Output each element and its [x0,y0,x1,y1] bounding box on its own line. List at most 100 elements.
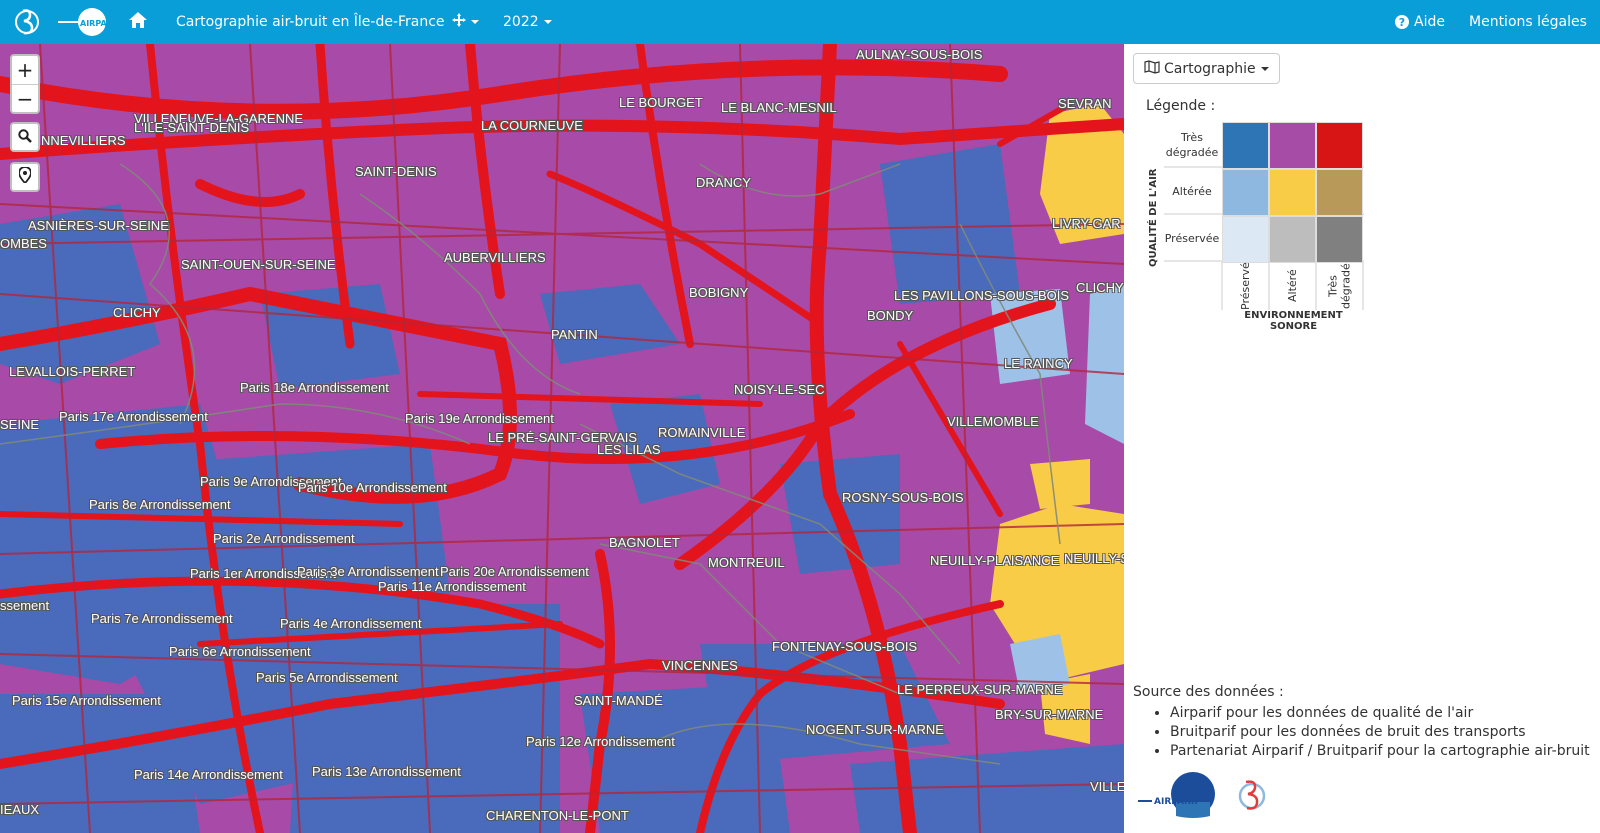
bruitparif-logo-icon [1238,780,1266,810]
map-label: SAINT-OUEN-SUR-SEINE [181,257,336,272]
search-button[interactable] [10,122,40,152]
legend-row-label: Altérée [1172,185,1212,199]
sources-title: Source des données : [1133,684,1284,700]
app-title[interactable]: Cartographie air-bruit en Île-de-France [176,0,445,44]
map-label: Paris 7e Arrondissement [91,611,233,626]
bruitparif-logo-icon[interactable] [14,0,40,44]
airparif-logo-text: AIRPARIF [80,19,110,28]
map-label: CHARENTON-LE-PONT [486,808,629,823]
map-label: ROMAINVILLE [658,425,746,440]
legend-col-label: Altéré [1285,269,1299,303]
year-dropdown[interactable]: 2022 [503,0,552,44]
side-panel: Cartographie Légende : QUALITÉ DE L'AIR … [1124,44,1600,833]
map-marker-icon [18,166,32,187]
map-label: Paris 5e Arrondissement [256,670,398,685]
map-label: LIVRY-GAR [1052,216,1121,231]
legend-cell [1222,122,1269,169]
locate-button[interactable] [10,162,40,192]
home-button[interactable] [128,0,148,44]
map-label: Paris 10e Arrondissement [298,480,447,495]
home-icon [128,11,148,33]
legend-cell [1222,216,1269,263]
map-label: Paris 15e Arrondissement [12,693,161,708]
map-label: Paris 14e Arrondissement [134,767,283,782]
bivariate-legend: QUALITÉ DE L'AIR Très dégradée Altérée P… [1144,122,1374,334]
map-label: AULNAY-SOUS-BOIS [856,47,983,62]
source-item: Bruitparif pour les données de bruit des… [1170,724,1593,740]
cartographie-dropdown[interactable]: Cartographie [1133,53,1280,84]
map-label: LE BLANC-MESNIL [721,100,837,115]
map-label: Paris 3e Arrondissement [297,564,439,579]
map-label: LE RAINCY [1004,356,1073,371]
map-label: PANTIN [551,327,598,342]
source-item: Airparif pour les données de qualité de … [1170,705,1593,721]
map-label: VILLE [1090,779,1124,794]
map-label: Paris 12e Arrondissement [526,734,675,749]
map-label: Paris 17e Arrondissement [59,409,208,424]
zoom-in-button[interactable]: + [12,56,38,84]
layers-dropdown[interactable] [452,0,479,44]
year-label: 2022 [503,14,539,30]
map-view[interactable]: AULNAY-SOUS-BOIS SEVRAN LE BOURGET LE BL… [0,44,1124,833]
map-label: NOISY-LE-SEC [734,382,825,397]
legend-col-label: Très dégradé [1326,263,1353,309]
map-label: BRY-SUR-MARNE [995,707,1104,722]
map-label: Paris 2e Arrondissement [213,531,355,546]
airparif-logo-icon[interactable]: AIRPARIF [1138,772,1278,820]
help-link[interactable]: ? Aide [1395,0,1445,44]
chevron-down-icon [1260,66,1269,71]
chevron-down-icon [543,20,552,24]
airparif-logo-icon[interactable]: AIRPARIF [58,0,110,44]
zoom-out-button[interactable]: − [12,84,38,112]
partner-logos: AIRPARIF [1138,772,1278,824]
legend-cell [1222,169,1269,216]
map-label: ROSNY-SOUS-BOIS [842,490,964,505]
airparif-logo-text: AIRPARIF [1154,797,1200,807]
map-label: ASNIÈRES-SUR-SEINE [28,218,169,233]
legal-notice-link[interactable]: Mentions légales [1469,0,1587,44]
map-label: NOGENT-SUR-MARNE [806,722,944,737]
map-icon [1144,59,1160,78]
map-label: MONTREUIL [708,555,785,570]
cartographie-label: Cartographie [1164,60,1256,77]
map-label: SEINE [0,417,40,432]
map-label: LES LILAS [597,442,661,457]
map-label: OMBES [0,236,47,251]
map-label: BOBIGNY [689,285,749,300]
map-label: NNEVILLIERS [41,133,126,148]
map-label: FONTENAY-SOUS-BOIS [772,639,918,654]
legend-cell [1316,122,1363,169]
legend-row-label: Très dégradée [1165,131,1219,159]
map-label: CLICHY [113,305,161,320]
sources-list: Airparif pour les données de qualité de … [1133,705,1593,759]
map-label: LE PERREUX-SUR-MARNE [897,682,1063,697]
map-label: Paris 20e Arrondissement [440,564,589,579]
map-label: AUBERVILLIERS [444,250,546,265]
legend-cell [1269,216,1316,263]
map-label: NEUILLY-S [1064,551,1124,566]
map-label: Paris 6e Arrondissement [169,644,311,659]
legend-row-label: Préservée [1164,232,1220,246]
legend-title: Légende : [1146,98,1216,114]
top-navbar: AIRPARIF Cartographie air-bruit en Île-d… [0,0,1600,44]
map-label: BONDY [867,308,914,323]
legend-cell [1316,169,1363,216]
map-label: Paris 4e Arrondissement [280,616,422,631]
chevron-down-icon [471,20,479,24]
legend-y-axis-label: QUALITÉ DE L'AIR [1148,168,1159,268]
legend-cell [1269,169,1316,216]
map-label: L'ILE-SAINT-DENIS [134,120,250,135]
layers-icon [452,13,466,31]
legend-col-label: Préservé [1238,262,1252,310]
map-label: LA COURNEUVE [481,118,583,133]
help-label: Aide [1414,14,1445,30]
map-label: SAINT-DENIS [355,164,437,179]
map-label: SEVRAN [1058,96,1112,111]
map-label: NEUILLY-PLAISANCE [930,553,1060,568]
map-label: LE BOURGET [619,95,703,110]
data-sources: Source des données : Airparif pour les d… [1133,684,1593,762]
map-label: BAGNOLET [609,535,680,550]
map-label: VILLEMOMBLE [947,414,1039,429]
map-label: CLICHY [1076,280,1124,295]
legend-cell [1316,216,1363,263]
